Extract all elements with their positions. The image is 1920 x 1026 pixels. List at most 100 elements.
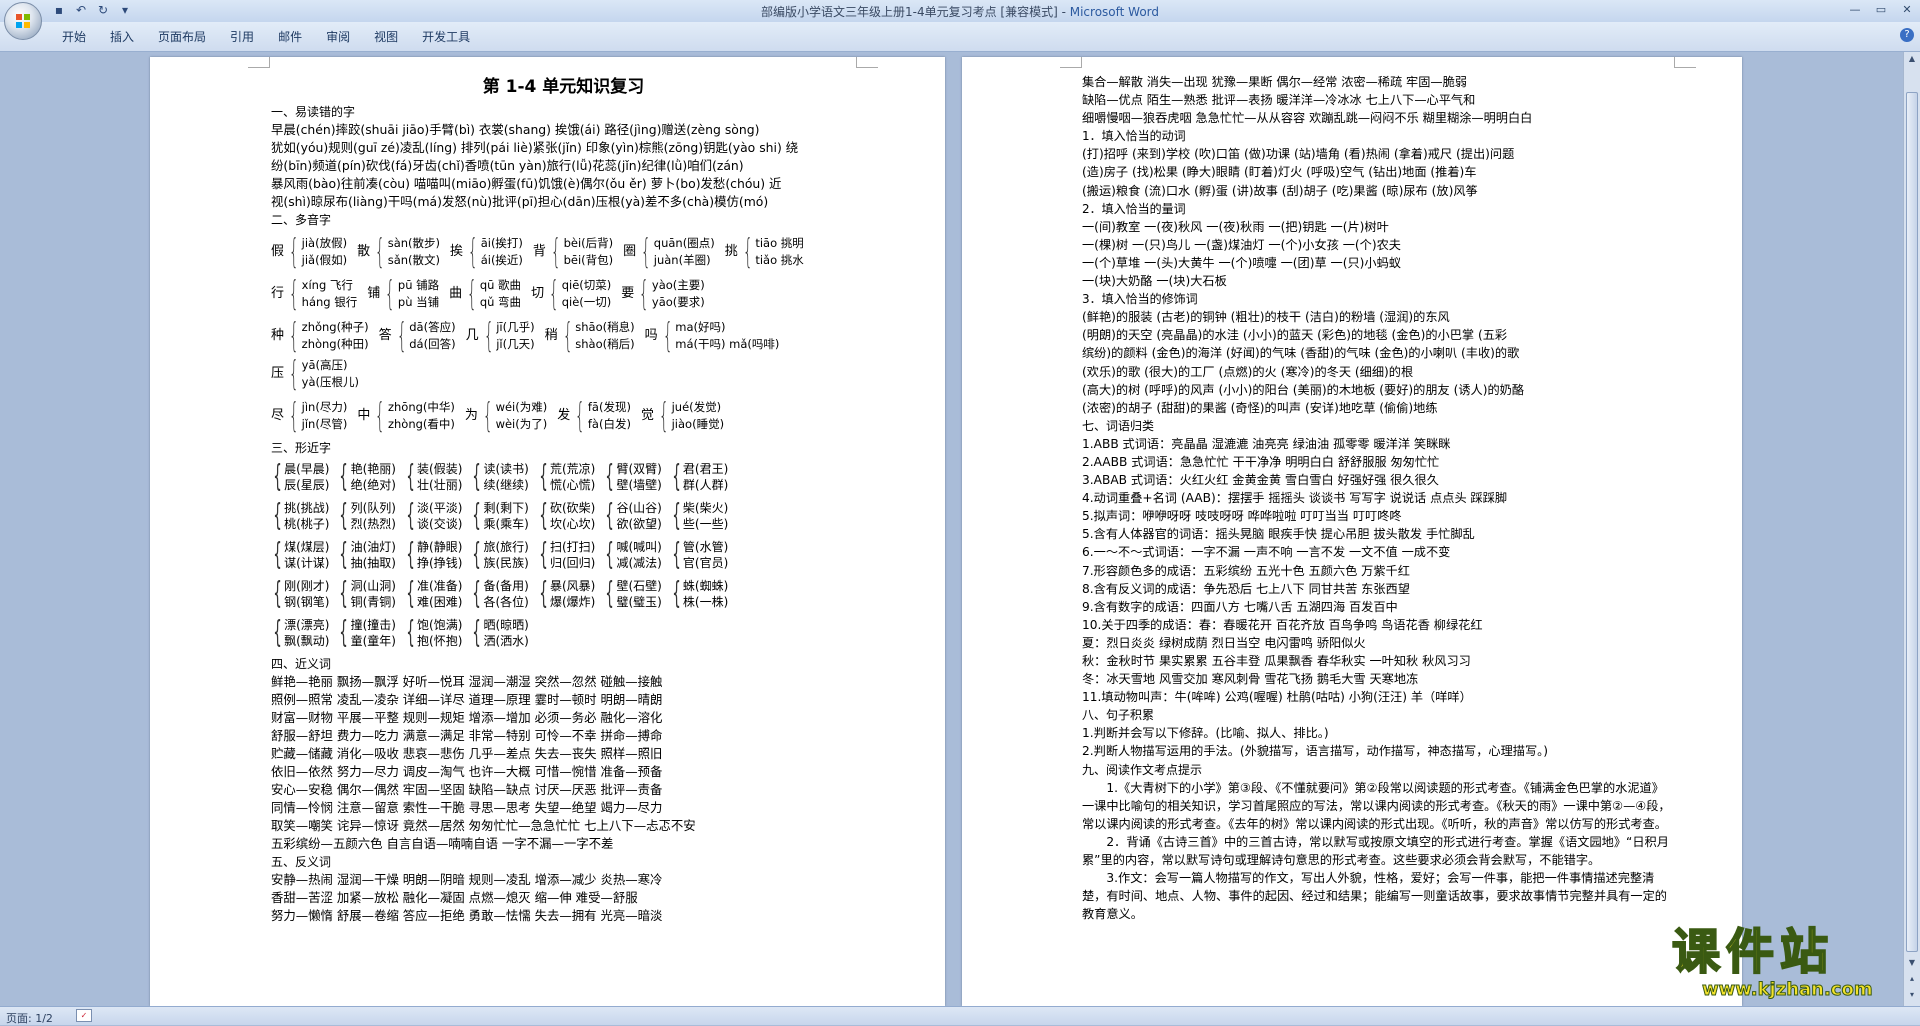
pair-words: 晒(晾晒) 洒(洒水) — [484, 617, 529, 649]
readings: bèi(后背) bēi(背包) — [564, 235, 614, 269]
reading: qū 歌曲 — [479, 278, 522, 292]
polyphonic-group: 要 {yào(主要) yāo(要求) — [621, 275, 705, 313]
brace-icon: { — [288, 274, 299, 314]
document-page-2: 集合—解散 消失—出现 犹豫—果断 偶尔—经常 浓密—稀疏 牢固—脆弱 缺陷—优… — [962, 57, 1742, 1006]
pair-words: 荒(荒凉) 慌(心慌) — [550, 461, 595, 493]
tab-mailings[interactable]: 邮件 — [266, 27, 314, 47]
similar-form-pair: {备(备用) 各(各位) — [470, 577, 529, 611]
text-line: 安心—安稳 偶尔—偶然 牢固—坚固 缺陷—缺点 讨厌—厌恶 批评—责备 — [271, 782, 663, 797]
pair-words: 淡(平淡) 谈(交谈) — [417, 500, 462, 532]
brace-icon: { — [406, 615, 415, 650]
text-line: 一(个)草堆 一(头)大黄牛 一(个)喷嚏 一(团)草 一(只)小蚂蚁 — [1082, 255, 1401, 270]
word: 辰(星辰) — [284, 478, 330, 492]
similar-form-pair: {砍(砍柴) 坎(心坎) — [537, 499, 595, 533]
readings: jī(几乎) jǐ(几天) — [496, 319, 534, 353]
document-title: 部编版小学语文三年级上册1-4单元复习考点 [兼容模式] - — [760, 5, 1070, 19]
readings: yào(主要) yāo(要求) — [652, 277, 705, 311]
tab-page-layout[interactable]: 页面布局 — [146, 27, 218, 47]
text-line: 一(棵)树 一(只)鸟儿 一(盏)煤油灯 一(个)小女孩 一(个)农夫 — [1082, 237, 1401, 252]
section-heading: 五、反义词 — [271, 855, 332, 869]
text-line: (搬运)粮食 (流)口水 (孵)蛋 (讲)故事 (刮)胡子 (吃)果酱 (晾)尿… — [1082, 183, 1478, 198]
brace-icon: { — [549, 274, 559, 314]
page-1-content[interactable]: 第 1-4 单元知识复习 一、易读错的字 早晨(chén)摔跤(shuāi ji… — [271, 73, 856, 925]
reading: jué(发觉) — [671, 400, 722, 414]
office-button[interactable] — [4, 2, 42, 40]
brace-icon: { — [472, 537, 482, 572]
previous-page-icon[interactable]: ▴ — [1904, 972, 1920, 986]
reading: shào(稍后) — [575, 337, 635, 351]
reading: tiǎo 挑水 — [755, 253, 804, 267]
reading: zhǒng(种子) — [301, 320, 369, 334]
brace-icon: { — [406, 576, 415, 611]
word: 谷(山谷) — [616, 501, 662, 515]
similar-form-pair: {管(水管) 官(官员) — [670, 538, 728, 572]
scroll-thumb[interactable] — [1906, 92, 1918, 952]
paragraph: 3.作文：会写一篇人物描写的作文，写出人外貌，性格，爱好；会写一件事，能把一件事… — [1082, 871, 1667, 922]
page-indicator[interactable]: 页面: 1/2 — [6, 1010, 53, 1026]
word: 壁(墙壁) — [616, 478, 662, 492]
next-page-icon[interactable]: ▾ — [1904, 988, 1920, 1002]
tab-home[interactable]: 开始 — [50, 27, 98, 47]
scroll-up-icon[interactable]: ▲ — [1904, 52, 1920, 66]
brace-icon: { — [273, 459, 282, 494]
text-line: 照例—照常 凌乱—凌杂 详细—详尽 道理—原理 霎时—顿时 明朗—晴朗 — [271, 692, 663, 707]
word: 旅(旅行) — [483, 540, 529, 554]
readings: pū 铺路 pù 当铺 — [398, 277, 439, 311]
help-icon[interactable]: ? — [1900, 28, 1914, 42]
brace-icon: { — [672, 498, 681, 533]
tab-insert[interactable]: 插入 — [98, 27, 146, 47]
polyphonic-group: 发 {fā(发现) fà(白发) — [557, 397, 631, 435]
readings: tiāo 挑明 tiǎo 挑水 — [755, 235, 803, 269]
tab-developer[interactable]: 开发工具 — [410, 27, 482, 47]
readings: dā(答应) dá(回答) — [409, 319, 455, 353]
crop-mark — [1674, 57, 1696, 68]
reading: qǔ 弯曲 — [479, 295, 522, 309]
brace-icon: { — [375, 232, 385, 272]
word: 煤(煤层) — [284, 540, 330, 554]
page-2-content[interactable]: 集合—解散 消失—出现 犹豫—果断 偶尔—经常 浓密—稀疏 牢固—脆弱 缺陷—优… — [1082, 73, 1672, 923]
pair-words: 撞(撞击) 童(童年) — [351, 617, 396, 649]
ribbon-tabs: 开始 插入 页面布局 引用 邮件 审阅 视图 开发工具 — [50, 27, 482, 47]
word: 减(减法) — [616, 556, 662, 570]
word: 官(官员) — [682, 556, 729, 570]
character: 吗 — [644, 328, 658, 343]
text-line: 8.含有反义词的成语：争先恐后 七上八下 同甘共苦 东张西望 — [1082, 581, 1410, 596]
text-line: 贮藏—储藏 消化—吸收 悲哀—悲伤 几乎—差点 失去—丧失 照样—照旧 — [271, 746, 663, 761]
pair-words: 暴(风暴) 爆(爆炸) — [550, 578, 595, 610]
word: 扫(打扫) — [549, 540, 596, 554]
paragraph: 2．背诵《古诗三首》中的三首古诗，常以默写或按原文填空的形式进行考查。掌握《语文… — [1082, 834, 1669, 868]
polyphonic-group: 曲 {qū 歌曲 qǔ 弯曲 — [449, 275, 521, 313]
tab-review[interactable]: 审阅 — [314, 27, 362, 47]
polyphonic-row: 行{xíng 飞行 háng 银行铺{pū 铺路 pù 当铺曲{qū 歌曲 qǔ 弯曲… — [271, 275, 856, 313]
tab-references[interactable]: 引用 — [218, 27, 266, 47]
minimize-button[interactable]: — — [1842, 0, 1868, 20]
pair-words: 读(读书) 续(继续) — [484, 461, 529, 493]
word: 静(静眼) — [417, 540, 463, 554]
scroll-down-icon[interactable]: ▼ — [1904, 956, 1920, 970]
similar-form-row: {煤(煤层) 谋(计谋){油(油灯) 抽(抽取){静(静眼) 挣(挣钱){旅(旅行) 族… — [271, 538, 856, 572]
text-line: 同情—怜悯 注意—留意 索性—干脆 寻思—思考 失望—绝望 竭力—尽力 — [271, 800, 663, 815]
close-button[interactable]: ✕ — [1894, 0, 1920, 20]
similar-form-pair: {刚(刚才) 钢(钢笔) — [271, 577, 329, 611]
section-heading: 八、句子积累 — [1082, 708, 1155, 723]
readings: sàn(散步) sǎn(散文) — [388, 235, 440, 269]
proofing-icon[interactable]: ✓ — [76, 1009, 92, 1022]
character: 行 — [271, 286, 285, 301]
brace-icon: { — [468, 232, 478, 272]
similar-form-pair: {淡(平淡) 谈(交谈) — [404, 499, 462, 533]
section-heading: 九、阅读作文考点提示 — [1082, 762, 1203, 777]
reading: juàn(羊圈) — [653, 253, 711, 267]
maximize-button[interactable]: ▭ — [1868, 0, 1894, 20]
polyphonic-group: 散 {sàn(散步) sǎn(散文) — [357, 233, 440, 271]
readings: xíng 飞行 háng 银行 — [302, 277, 358, 311]
word: 油(油灯) — [350, 540, 396, 554]
character: 铺 — [367, 286, 381, 301]
similar-form-pair: {洞(山洞) 铜(青铜) — [337, 577, 396, 611]
readings: jìn(尽力) jǐn(尽管) — [302, 399, 348, 433]
similar-form-pair: {喊(喊叫) 减(减法) — [603, 538, 662, 572]
word: 荒(荒凉) — [549, 462, 596, 476]
text-line: (明朗)的天空 (亮晶晶)的水洼 (小小)的蓝天 (彩色)的地毯 (金色)的小巴… — [1082, 328, 1508, 343]
vertical-scrollbar[interactable]: ▲ ▼ ▴ ▾ — [1903, 52, 1920, 1006]
tab-view[interactable]: 视图 — [362, 27, 410, 47]
reading: ái(挨近) — [480, 253, 523, 267]
